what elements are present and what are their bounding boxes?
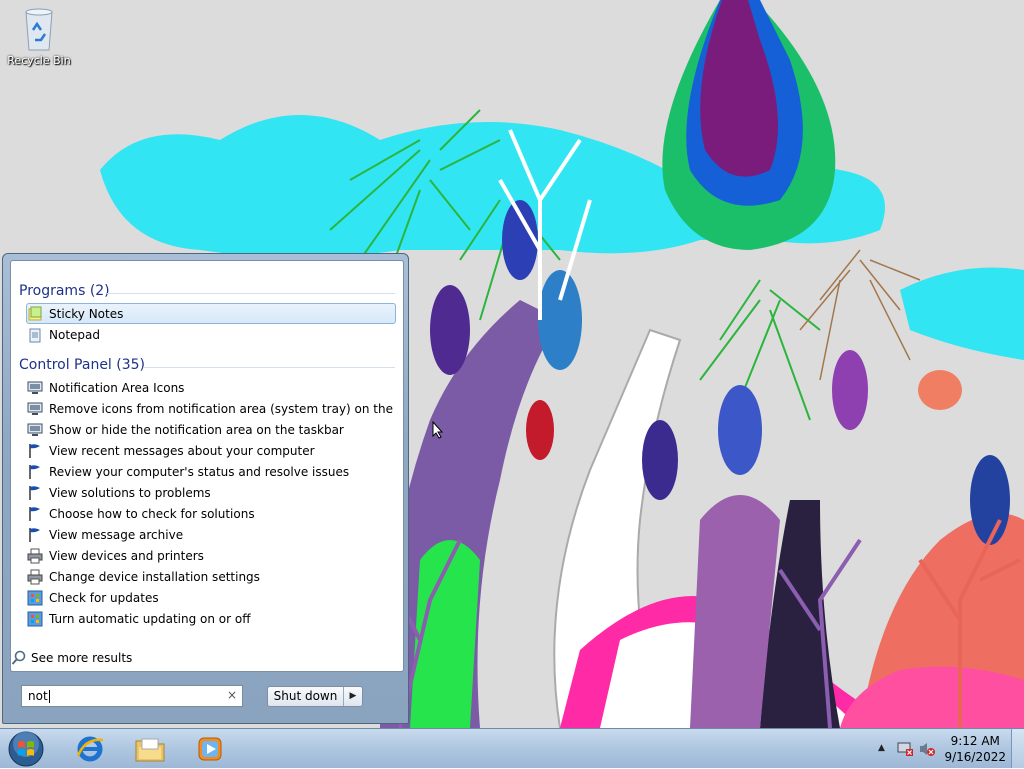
taskbar: ▲ 9:12 AM 9/16/2022 [0, 728, 1024, 768]
search-result-label: Remove icons from notification area (sys… [49, 401, 397, 416]
search-result-item[interactable]: Review your computer's status and resolv… [27, 461, 397, 482]
clock-time: 9:12 AM [950, 734, 1000, 748]
mouse-cursor-icon [432, 421, 444, 439]
search-result-item[interactable]: View devices and printers [27, 545, 397, 566]
taskbar-windows-explorer-button[interactable] [128, 731, 172, 767]
search-result-item[interactable]: Show or hide the notification area on th… [27, 419, 397, 440]
search-result-label: Turn automatic updating on or off [49, 611, 251, 626]
show-hidden-icons-arrow-icon[interactable]: ▲ [878, 743, 885, 753]
flag-icon [27, 506, 43, 522]
taskbar-internet-explorer-button[interactable] [68, 731, 112, 767]
search-result-label: Notification Area Icons [49, 380, 185, 395]
flag-icon [27, 485, 43, 501]
folder-icon [135, 738, 165, 762]
results-group-header: Control Panel (35) [19, 357, 146, 373]
start-menu: Programs (2) Sticky Notes Notepad Control P… [2, 253, 409, 724]
group-separator [143, 367, 395, 368]
notepad-icon [27, 327, 43, 343]
shut-down-label[interactable]: Shut down [268, 687, 344, 706]
group-separator [107, 293, 395, 294]
show-desktop-button[interactable] [1011, 729, 1024, 768]
start-search-input[interactable]: not × [21, 685, 243, 707]
search-result-label: Notepad [49, 327, 100, 342]
search-result-label: View recent messages about your computer [49, 443, 315, 458]
search-result-item[interactable]: Notification Area Icons [27, 377, 397, 398]
search-result-item[interactable]: Check for updates [27, 587, 397, 608]
system-clock[interactable]: 9:12 AM 9/16/2022 [944, 733, 1006, 765]
search-result-item[interactable]: Turn automatic updating on or off [27, 608, 397, 629]
search-result-item[interactable]: View message archive [27, 524, 397, 545]
monitor-icon [27, 380, 43, 396]
taskbar-media-player-button[interactable] [188, 731, 232, 767]
search-result-item[interactable]: Sticky Notes [26, 303, 396, 324]
text-caret [48, 690, 50, 703]
search-result-label: Choose how to check for solutions [49, 506, 255, 521]
search-results-panel: Programs (2) Sticky Notes Notepad Control P… [10, 260, 404, 672]
desktop-icon-label: Recycle Bin [7, 54, 71, 67]
windows-update-icon [27, 611, 43, 627]
results-group-header: Programs (2) [19, 283, 110, 299]
search-result-label: View devices and printers [49, 548, 204, 563]
printer-icon [27, 548, 43, 564]
search-result-item[interactable]: View recent messages about your computer [27, 440, 397, 461]
shut-down-button[interactable]: Shut down ▶ [267, 686, 363, 707]
recycle-bin-icon [25, 8, 53, 51]
shut-down-options-arrow-icon[interactable]: ▶ [344, 687, 362, 706]
search-result-label: Show or hide the notification area on th… [49, 422, 344, 437]
speaker-muted-icon[interactable] [918, 741, 936, 757]
search-result-label: View message archive [49, 527, 184, 542]
printer-icon [27, 569, 43, 585]
flag-icon [27, 527, 43, 543]
clear-search-icon[interactable]: × [227, 688, 237, 702]
media-player-icon [198, 737, 222, 761]
search-result-item[interactable]: View solutions to problems [27, 482, 397, 503]
search-result-label: View solutions to problems [49, 485, 211, 500]
desktop-icon-recycle-bin[interactable]: Recycle Bin [6, 6, 72, 67]
search-result-item[interactable]: Notepad [27, 324, 397, 345]
search-result-label: Change device installation settings [49, 569, 260, 584]
monitor-icon [27, 422, 43, 438]
monitor-icon [27, 401, 43, 417]
flag-icon [27, 464, 43, 480]
search-result-item[interactable]: Remove icons from notification area (sys… [27, 398, 397, 419]
clock-date: 9/16/2022 [944, 750, 1006, 764]
action-center-flag-icon[interactable] [896, 741, 914, 757]
sticky-notes-icon [27, 306, 43, 322]
notification-area: ▲ 9:12 AM 9/16/2022 [864, 729, 1024, 769]
see-more-results-label: See more results [31, 651, 133, 665]
search-result-label: Review your computer's status and resolv… [49, 464, 350, 479]
start-button[interactable] [6, 730, 46, 768]
search-result-item[interactable]: Choose how to check for solutions [27, 503, 397, 524]
see-more-results-link[interactable]: See more results [11, 650, 132, 666]
search-text: not [28, 689, 48, 703]
flag-icon [27, 443, 43, 459]
search-result-label: Sticky Notes [49, 306, 124, 321]
search-result-label: Check for updates [49, 590, 159, 605]
search-result-item[interactable]: Change device installation settings [27, 566, 397, 587]
magnifier-icon [11, 650, 26, 665]
internet-explorer-icon [76, 736, 104, 762]
windows-update-icon [27, 590, 43, 606]
